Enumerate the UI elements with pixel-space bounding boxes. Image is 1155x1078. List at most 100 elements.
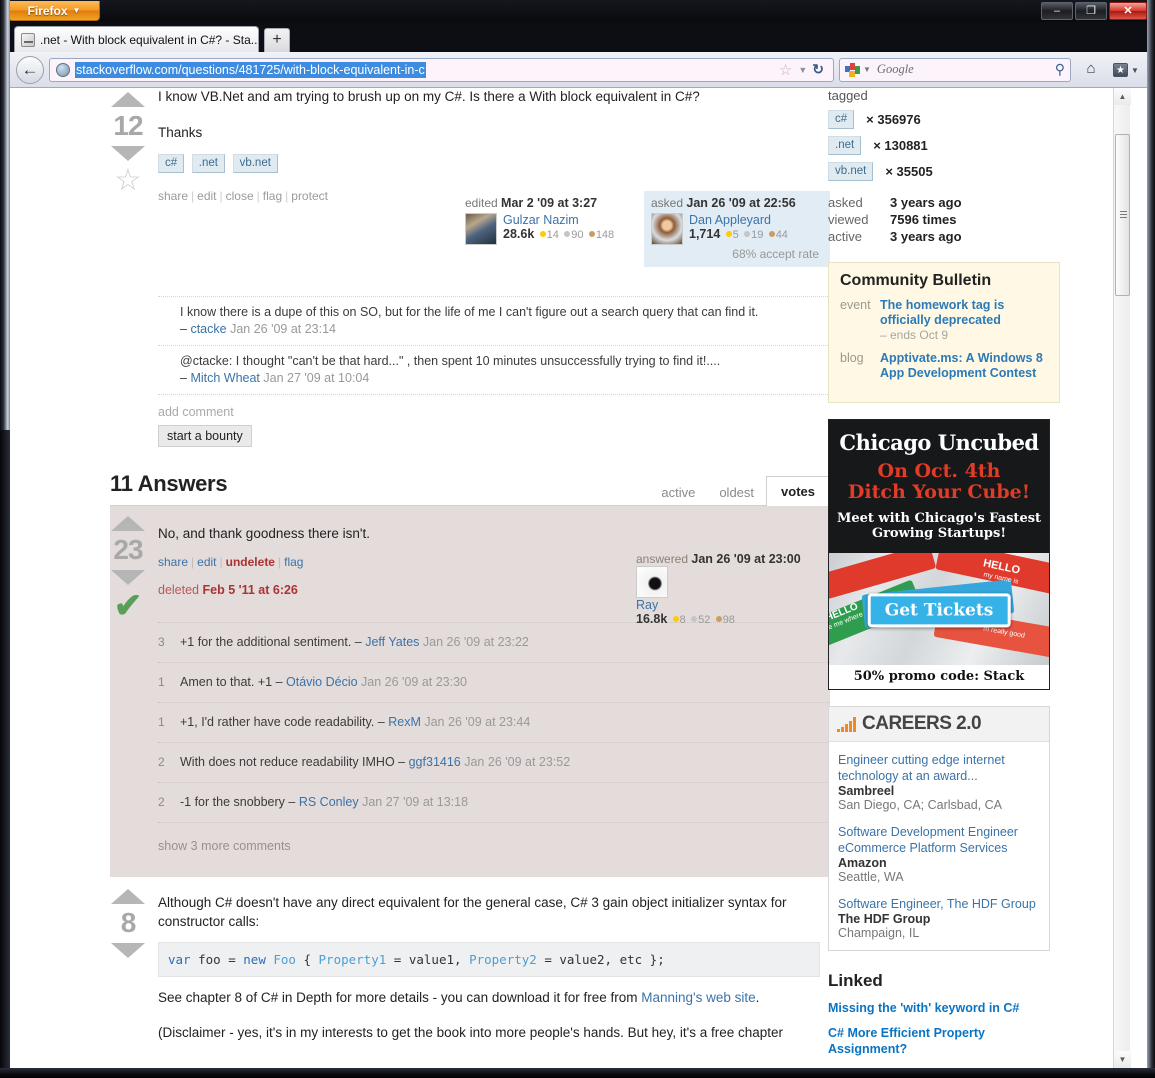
bulletin-kind: event <box>840 298 871 312</box>
add-comment-link[interactable]: add comment <box>158 395 830 425</box>
gold-badge: 14 <box>539 229 559 241</box>
sidebar: tagged c# × 356976 .net × 130881 vb.net … <box>828 88 1060 1066</box>
new-tab-button[interactable]: + <box>264 28 290 52</box>
home-button[interactable]: ⌂ <box>1076 56 1106 84</box>
bronze-count: 44 <box>775 229 788 241</box>
maximize-button[interactable]: ❐ <box>1075 2 1107 20</box>
answerer-reputation-row: 16.8k 8 52 98 <box>636 612 826 626</box>
advertisement[interactable]: Chicago Uncubed On Oct. 4th Ditch Your C… <box>828 419 1050 690</box>
upvote-arrow-icon[interactable] <box>111 516 145 531</box>
search-bar[interactable]: ▼ Google ⚲ <box>839 57 1071 82</box>
tag-vbnet[interactable]: vb.net <box>232 154 278 173</box>
browser-window: Firefox ▼ – ❐ ✕ .net - With block equival… <box>0 0 1155 1078</box>
asker-name[interactable]: Dan Appleyard <box>689 213 788 227</box>
chevron-down-icon[interactable]: ▼ <box>863 65 871 74</box>
bulletin-item-event: event The homework tag is officially dep… <box>840 298 1048 342</box>
share-link[interactable]: share <box>158 189 188 203</box>
edit-link[interactable]: edit <box>197 555 216 569</box>
tab-votes[interactable]: votes <box>766 476 830 506</box>
avatar[interactable] <box>636 566 668 598</box>
comment-author[interactable]: RexM <box>388 715 421 729</box>
undelete-link[interactable]: undelete <box>226 555 275 569</box>
tab-oldest[interactable]: oldest <box>707 480 766 505</box>
tag-csharp[interactable]: c# <box>158 154 185 173</box>
downvote-arrow-icon[interactable] <box>111 146 145 161</box>
address-bar[interactable]: stackoverflow.com/questions/481725/with-… <box>49 57 834 82</box>
silver-badge: 19 <box>744 229 763 241</box>
editor-name[interactable]: Gulzar Nazim <box>503 213 614 227</box>
asker-identity: Dan Appleyard 1,714 5 19 44 <box>651 213 823 245</box>
linked-question-link[interactable]: Missing the 'with' keyword in C# <box>828 1000 1060 1016</box>
chevron-down-icon[interactable]: ▼ <box>795 65 810 75</box>
comment-body: +1, I'd rather have code readability. – … <box>180 714 530 731</box>
job-title-link[interactable]: Software Engineer, The HDF Group <box>838 896 1040 912</box>
show-more-comments-link[interactable]: show 3 more comments <box>158 823 830 867</box>
scroll-up-button[interactable]: ▲ <box>1114 88 1131 105</box>
close-link[interactable]: close <box>226 189 254 203</box>
edit-link[interactable]: edit <box>197 189 216 203</box>
bulletin-title: Community Bulletin <box>840 272 992 289</box>
answerer-name[interactable]: Ray <box>636 598 826 612</box>
tag-dotnet[interactable]: .net <box>191 154 225 173</box>
code-block: var foo = new Foo { Property1 = value1, … <box>158 942 820 977</box>
flag-link[interactable]: flag <box>284 555 303 569</box>
favorite-star-icon[interactable]: ☆ <box>110 166 146 196</box>
silver-badge: 90 <box>564 229 583 241</box>
comment-author[interactable]: ggf31416 <box>409 755 461 769</box>
get-tickets-button[interactable]: Get Tickets <box>867 593 1011 628</box>
comment-text: +1, I'd rather have code readability. <box>180 715 375 729</box>
start-bounty-button[interactable]: start a bounty <box>158 425 252 447</box>
sidebar-tag-vbnet[interactable]: vb.net <box>828 162 874 181</box>
reputation: 16.8k <box>636 612 668 626</box>
firefox-menu-button[interactable]: Firefox ▼ <box>8 1 100 21</box>
chevron-down-icon: ▼ <box>72 6 81 15</box>
sidebar-tag-count: × 130881 <box>873 138 928 153</box>
sidebar-tag-dotnet[interactable]: .net <box>828 136 862 155</box>
avatar[interactable] <box>465 213 497 245</box>
minimize-button[interactable]: – <box>1041 2 1073 20</box>
comment-author[interactable]: Otávio Décio <box>286 675 358 689</box>
avatar[interactable] <box>651 213 683 245</box>
back-button[interactable]: ← <box>16 55 44 84</box>
scroll-down-button[interactable]: ▼ <box>1114 1051 1131 1068</box>
comment-author[interactable]: ctacke <box>190 322 226 336</box>
search-icon[interactable]: ⚲ <box>1055 61 1065 78</box>
menu-separator: | <box>191 189 195 203</box>
bookmark-star-icon[interactable]: ☆ <box>776 61 795 79</box>
ad-subhead-line1: On Oct. 4th <box>877 460 1001 482</box>
comment-author[interactable]: Jeff Yates <box>365 635 419 649</box>
downvote-arrow-icon[interactable] <box>111 943 145 958</box>
manning-link[interactable]: Manning's web site <box>641 990 755 1005</box>
vertical-scrollbar[interactable]: ▲ ▼ <box>1113 88 1131 1068</box>
bookmarks-button[interactable]: ★ ▼ <box>1111 56 1141 84</box>
upvote-arrow-icon[interactable] <box>111 92 145 107</box>
job-title-link[interactable]: Software Development Engineer eCommerce … <box>838 824 1040 856</box>
downvote-arrow-icon[interactable] <box>111 570 145 585</box>
linked-question-link[interactable]: C# More Efficient Property Assignment? <box>828 1025 1060 1057</box>
comment-row: 1 Amen to that. +1 – Otávio Décio Jan 26… <box>158 663 830 703</box>
job-title-link[interactable]: Engineer cutting edge internet technolog… <box>838 752 1040 784</box>
comment-author[interactable]: Mitch Wheat <box>190 371 259 385</box>
close-button[interactable]: ✕ <box>1109 2 1147 20</box>
share-link[interactable]: share <box>158 555 188 569</box>
browser-tab-active[interactable]: .net - With block equivalent in C#? - St… <box>14 26 259 52</box>
tab-active[interactable]: active <box>649 480 707 505</box>
tab-title: .net - With block equivalent in C#? - St… <box>40 32 259 47</box>
search-input[interactable]: Google <box>877 62 914 77</box>
tab-strip: .net - With block equivalent in C#? - St… <box>10 22 1147 52</box>
scrollbar-thumb[interactable] <box>1115 134 1130 296</box>
protect-link[interactable]: protect <box>291 189 328 203</box>
sidebar-tag-row: .net × 130881 <box>828 136 1060 155</box>
sidebar-tag-csharp[interactable]: c# <box>828 110 855 129</box>
bulletin-link[interactable]: Apptivate.ms: A Windows 8 App Developmen… <box>880 351 1048 381</box>
reload-icon[interactable]: ↻ <box>810 61 829 78</box>
flag-link[interactable]: flag <box>263 189 282 203</box>
bronze-badge: 44 <box>768 229 788 241</box>
upvote-arrow-icon[interactable] <box>111 889 145 904</box>
answer-body: Although C# doesn't have any direct equi… <box>158 893 830 1042</box>
comment-author[interactable]: RS Conley <box>299 795 359 809</box>
navigation-toolbar: ← stackoverflow.com/questions/481725/wit… <box>10 52 1147 88</box>
comment-row: I know there is a dupe of this on SO, bu… <box>158 297 830 346</box>
bulletin-link[interactable]: The homework tag is officially deprecate… <box>880 298 1048 328</box>
ad-subhead-line2: Ditch Your Cube! <box>847 481 1031 503</box>
